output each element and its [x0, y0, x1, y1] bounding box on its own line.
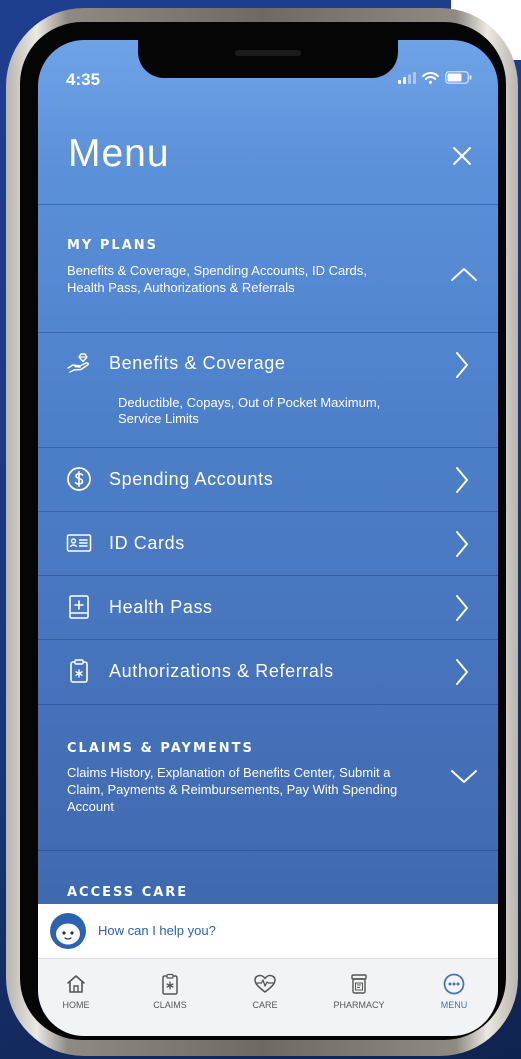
battery-icon: [445, 71, 472, 84]
page-title: Menu: [68, 132, 170, 175]
dollar-circle-icon: [67, 467, 91, 491]
pharmacy-icon: [351, 974, 367, 994]
tab-label: PHARMACY: [333, 1000, 385, 1010]
more-icon: [443, 973, 465, 995]
camera-notch: [138, 40, 398, 78]
chat-assistant-bar[interactable]: How can I help you?: [38, 904, 498, 958]
claims-icon: [162, 973, 178, 995]
tab-pharmacy[interactable]: PHARMACY: [321, 973, 397, 1010]
section-description-claims-payments: Claims History, Explanation of Benefits …: [67, 764, 397, 815]
menu-item-label: Spending Accounts: [109, 469, 274, 489]
wifi-icon: [422, 71, 439, 84]
section-description-line: Claim, Payments & Reimbursements, Pay Wi…: [67, 782, 398, 797]
bottom-tab-bar: HOME CLAIMS CARE PHARMACY MENU: [38, 958, 498, 1036]
tab-menu[interactable]: MENU: [416, 973, 492, 1010]
tab-label: CARE: [252, 1000, 278, 1010]
id-card-icon: [66, 534, 92, 552]
chevron-right-icon: [456, 467, 468, 493]
divider: [38, 850, 498, 851]
menu-item-subtitle-line: Deductible, Copays, Out of Pocket Maximu…: [118, 395, 381, 410]
heart-pulse-icon: [254, 974, 276, 993]
status-icons: [398, 71, 472, 84]
section-description-line: Health Pass, Authorizations & Referrals: [67, 280, 295, 295]
chevron-right-icon: [456, 531, 468, 557]
menu-item-label: Benefits & Coverage: [109, 353, 286, 373]
health-pass-icon: [69, 595, 89, 619]
tab-claims[interactable]: CLAIMS: [132, 973, 208, 1010]
divider: [38, 204, 498, 205]
close-icon[interactable]: [450, 144, 474, 168]
section-description-line: Benefits & Coverage, Spending Accounts, …: [67, 263, 367, 278]
chevron-right-icon: [456, 659, 468, 685]
menu-item-label: ID Cards: [109, 533, 185, 553]
menu-item-label: Authorizations & Referrals: [109, 661, 334, 681]
divider: [38, 704, 498, 705]
home-icon: [67, 975, 85, 993]
menu-item-authorizations-referrals[interactable]: Authorizations & Referrals: [38, 640, 498, 703]
section-heading-my-plans: MY PLANS: [67, 238, 158, 253]
menu-item-label: Health Pass: [109, 597, 213, 617]
menu-item-subtitle-line: Service Limits: [118, 411, 199, 426]
section-heading-claims-payments: CLAIMS & PAYMENTS: [67, 741, 254, 756]
menu-item-benefits-coverage[interactable]: Benefits & Coverage Deductible, Copays, …: [38, 333, 498, 447]
tab-label: CLAIMS: [153, 1000, 187, 1010]
chat-prompt: How can I help you?: [98, 923, 216, 938]
section-description-my-plans: Benefits & Coverage, Spending Accounts, …: [67, 262, 367, 296]
chevron-up-icon[interactable]: [450, 266, 478, 282]
chevron-down-icon[interactable]: [450, 769, 478, 785]
section-heading-access-care: ACCESS CARE: [67, 885, 189, 900]
signal-icon: [398, 71, 416, 84]
status-time: 4:35: [66, 70, 101, 89]
speaker-grille: [235, 50, 301, 56]
menu-item-health-pass[interactable]: Health Pass: [38, 576, 498, 639]
menu-item-subtitle: Deductible, Copays, Out of Pocket Maximu…: [118, 395, 380, 427]
tab-label: MENU: [440, 1000, 468, 1010]
menu-item-id-cards[interactable]: ID Cards: [38, 512, 498, 575]
section-description-line: Claims History, Explanation of Benefits …: [67, 765, 391, 780]
clipboard-icon: [70, 659, 88, 683]
assistant-avatar-icon: [50, 913, 86, 949]
app-screen: 4:35 Menu MY PLANS Benefits & Coverage, …: [38, 40, 498, 1036]
hand-coin-icon: [67, 353, 89, 373]
tab-home[interactable]: HOME: [38, 973, 114, 1010]
tab-label: HOME: [62, 1000, 90, 1010]
chevron-right-icon: [456, 352, 468, 378]
section-description-line: Account: [67, 799, 114, 814]
chevron-right-icon: [456, 595, 468, 621]
menu-item-spending-accounts[interactable]: Spending Accounts: [38, 448, 498, 511]
tab-care[interactable]: CARE: [227, 973, 303, 1010]
